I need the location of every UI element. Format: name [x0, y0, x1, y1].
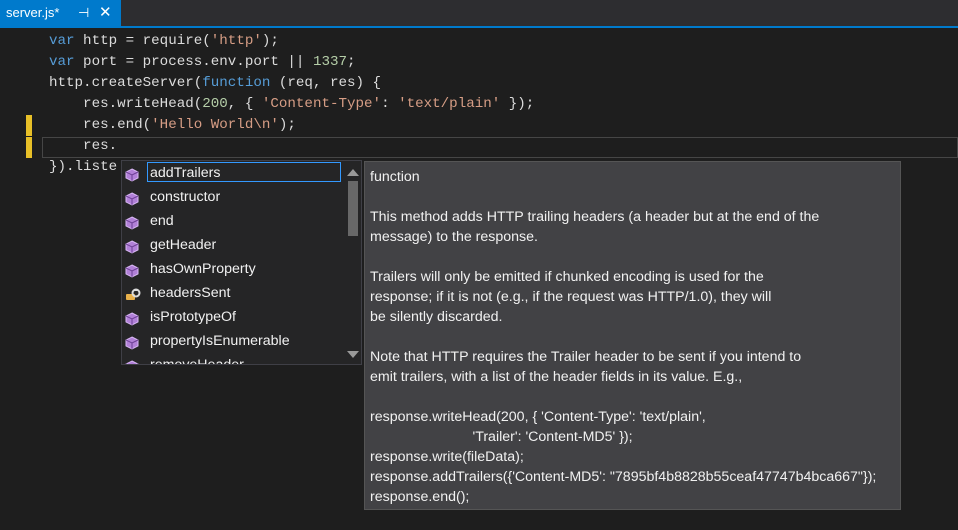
code-line-2: var port = process.env.port || 1337; [49, 54, 356, 70]
method-icon [125, 166, 139, 182]
completion-item-label: propertyIsEnumerable [150, 333, 290, 349]
scroll-up-arrow-icon[interactable] [347, 169, 359, 176]
tooltip-line: response.write(fileData); [370, 449, 524, 465]
method-icon [125, 190, 139, 206]
method-icon [125, 310, 139, 326]
code-line-4: res.writeHead(200, { 'Content-Type': 'te… [49, 96, 535, 112]
tooltip-line: emit trailers, with a list of the header… [370, 369, 743, 385]
scroll-down-arrow-icon[interactable] [347, 351, 359, 358]
current-line-highlight [42, 137, 958, 158]
tooltip-line: 'Trailer': 'Content-MD5' }); [370, 429, 633, 445]
method-icon [125, 358, 139, 364]
completion-item-label: end [150, 213, 174, 229]
completion-item-label: isPrototypeOf [150, 309, 236, 325]
completion-scrollbar[interactable] [344, 161, 361, 364]
method-icon [125, 334, 139, 350]
completion-list[interactable]: addTrailers constructor end getHeader hasOwn… [121, 160, 362, 365]
completion-item-constructor[interactable]: constructor [122, 185, 342, 209]
completion-item-label: getHeader [150, 237, 217, 253]
completion-item-label: headersSent [150, 285, 231, 301]
tooltip-line: be silently discarded. [370, 309, 503, 325]
completion-item-label: constructor [150, 189, 221, 205]
completion-item-removeheader[interactable]: removeHeader [122, 353, 342, 365]
tooltip-line: response.end(); [370, 489, 470, 505]
completion-item-headerssent[interactable]: headersSent [122, 281, 342, 305]
tooltip-line: message) to the response. [370, 229, 538, 245]
tab-title: server.js* [6, 5, 60, 20]
tooltip-line: response.addTrailers({'Content-MD5': "78… [370, 469, 877, 485]
code-line-1: var http = require('http'); [49, 33, 279, 49]
completion-item-getheader[interactable]: getHeader [122, 233, 342, 257]
code-line-5: res.end('Hello World\n'); [49, 117, 296, 133]
property-icon [125, 286, 141, 300]
completion-item-isprototypeof[interactable]: isPrototypeOf [122, 305, 342, 329]
tooltip-line: Trailers will only be emitted if chunked… [370, 269, 764, 285]
completion-item-label: removeHeader [150, 357, 244, 365]
change-marker [26, 137, 32, 158]
change-marker [26, 115, 32, 136]
pin-icon[interactable]: ⊣ [78, 0, 89, 26]
code-line-3: http.createServer(function (req, res) { [49, 75, 382, 91]
completion-item-label: addTrailers [147, 162, 341, 182]
tooltip-line: function [370, 169, 420, 185]
close-icon[interactable]: ✕ [99, 0, 112, 26]
scroll-thumb[interactable] [348, 181, 358, 236]
completion-item-addtrailers[interactable]: addTrailers [122, 161, 342, 185]
completion-item-hasownproperty[interactable]: hasOwnProperty [122, 257, 342, 281]
completion-item-propertyisenumerable[interactable]: propertyIsEnumerable [122, 329, 342, 353]
document-tab-bar: server.js* ⊣ ✕ [0, 0, 958, 28]
quick-info-tooltip: function This method adds HTTP trailing h… [364, 161, 901, 510]
method-icon [125, 262, 139, 278]
completion-item-end[interactable]: end [122, 209, 342, 233]
method-icon [125, 214, 139, 230]
method-icon [125, 238, 139, 254]
completion-item-label: hasOwnProperty [150, 261, 256, 277]
code-line-7: }).liste [49, 159, 118, 175]
tooltip-line: response.writeHead(200, { 'Content-Type'… [370, 409, 706, 425]
editor-gutter [0, 28, 32, 530]
tooltip-line: This method adds HTTP trailing headers (… [370, 209, 820, 225]
tooltip-line: Note that HTTP requires the Trailer head… [370, 349, 802, 365]
tab-server-js[interactable]: server.js* ⊣ ✕ [0, 0, 121, 28]
code-line-6: res. [49, 138, 118, 154]
tooltip-line: response; if it is not (e.g., if the req… [370, 289, 772, 305]
